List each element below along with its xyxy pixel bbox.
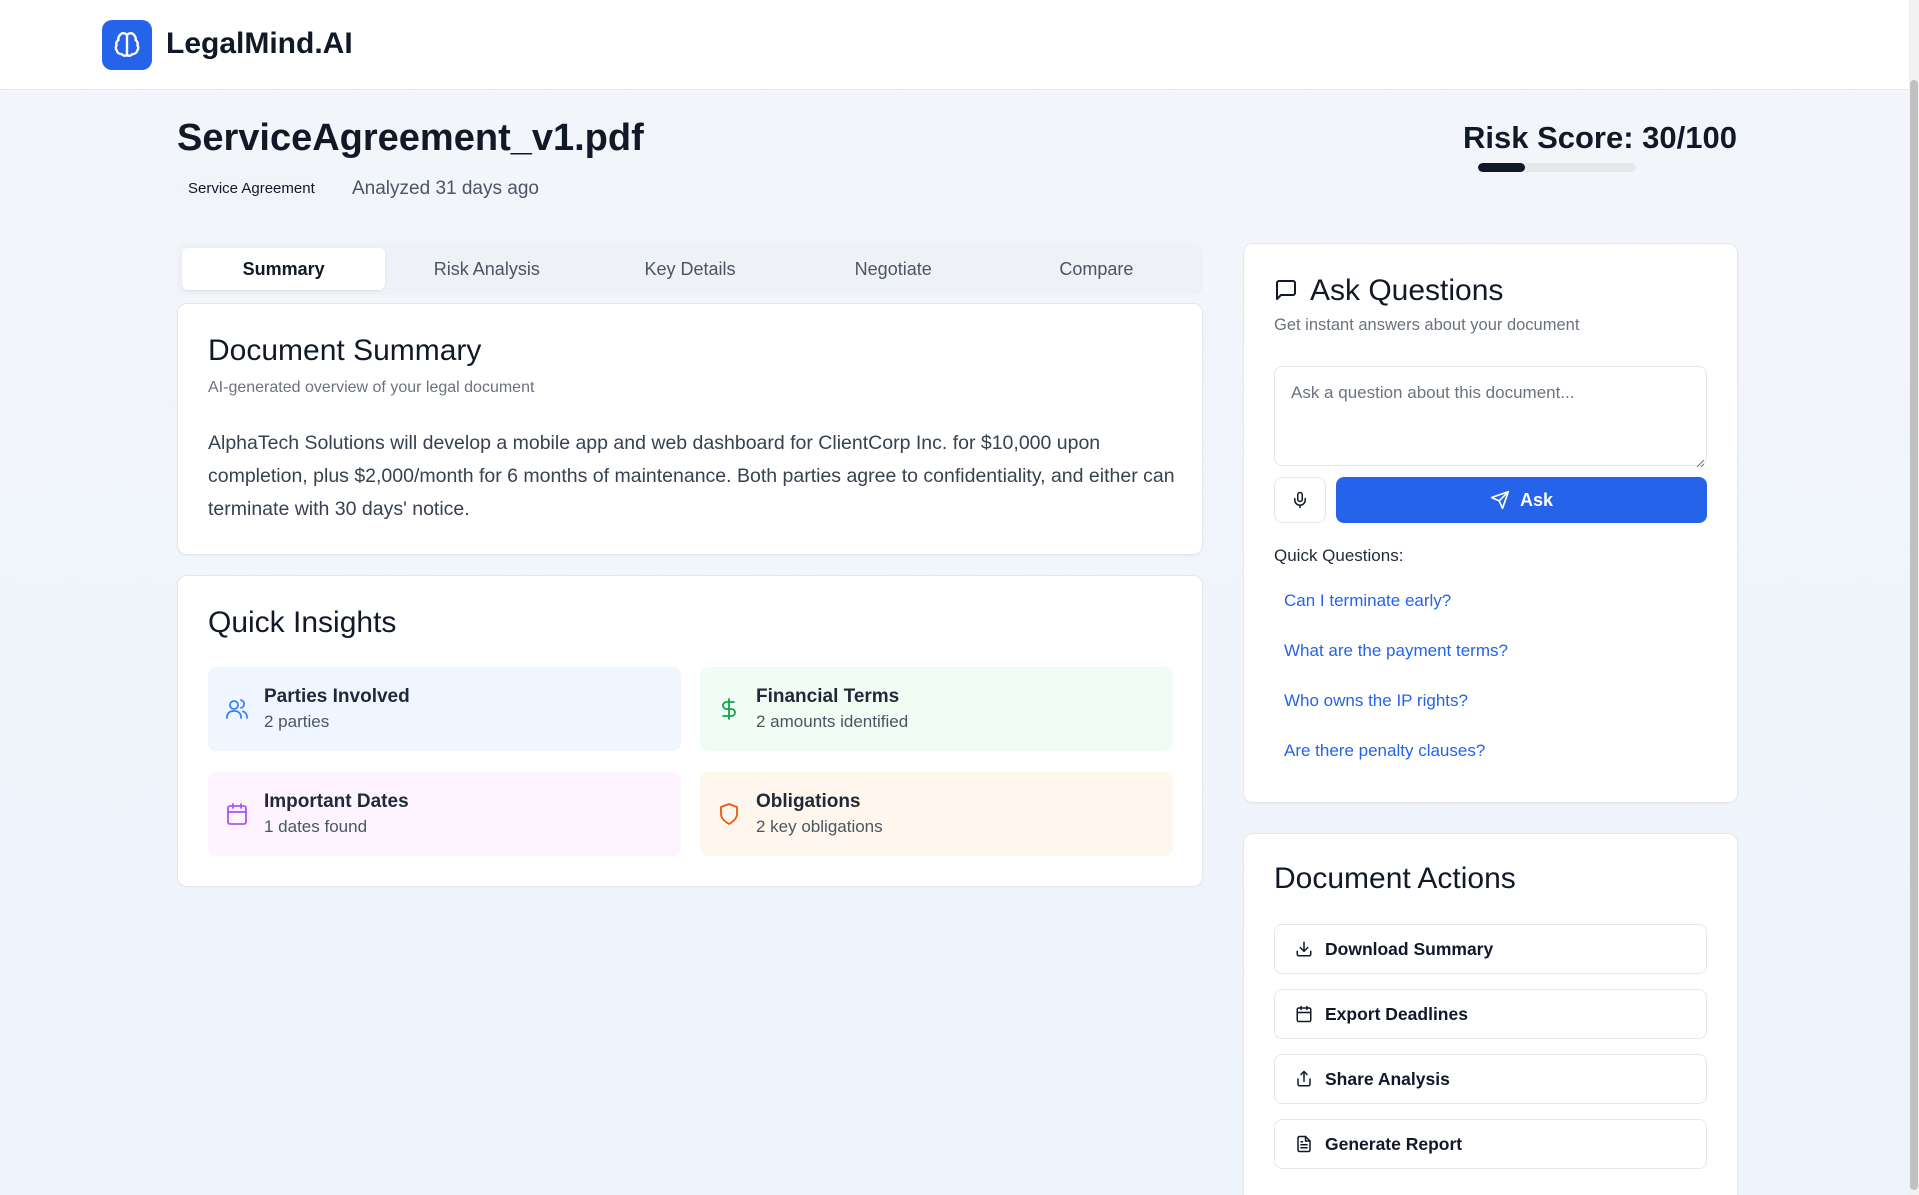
document-summary-card: Document Summary AI-generated overview o… — [177, 303, 1203, 555]
summary-subtitle: AI-generated overview of your legal docu… — [208, 379, 535, 396]
risk-score-bar — [1478, 163, 1636, 172]
document-actions-card: Document Actions Download Summary Export… — [1243, 833, 1738, 1195]
action-label: Export Deadlines — [1325, 1003, 1468, 1024]
brand-name[interactable]: LegalMind.AI — [166, 27, 353, 61]
tab-summary[interactable]: Summary — [182, 248, 386, 290]
users-icon — [224, 696, 250, 722]
resize-grip-icon[interactable] — [1696, 455, 1705, 473]
quick-question-link[interactable]: What are the payment terms? — [1284, 641, 1508, 661]
action-label: Download Summary — [1325, 938, 1494, 959]
top-bar: LegalMind.AI — [0, 0, 1919, 90]
insight-value: 2 amounts identified — [756, 712, 909, 731]
risk-score-fill — [1478, 163, 1526, 172]
insight-dates: Important Dates 1 dates found — [208, 772, 681, 856]
document-type-badge: Service Agreement — [177, 176, 326, 202]
send-icon — [1490, 490, 1510, 510]
insights-title: Quick Insights — [208, 606, 397, 639]
logo[interactable] — [102, 20, 152, 70]
brain-icon — [114, 32, 140, 57]
tab-negotiate[interactable]: Negotiate — [792, 248, 995, 290]
export-deadlines-button[interactable]: Export Deadlines — [1274, 989, 1707, 1039]
insight-title: Financial Terms — [756, 686, 900, 707]
quick-question-link[interactable]: Who owns the IP rights? — [1284, 691, 1468, 711]
analyzed-time: Analyzed 31 days ago — [352, 178, 539, 199]
share-analysis-button[interactable]: Share Analysis — [1274, 1054, 1707, 1104]
ask-title: Ask Questions — [1310, 274, 1504, 307]
shield-icon — [716, 801, 742, 827]
ask-subtitle: Get instant answers about your document — [1274, 316, 1580, 334]
risk-score-label: Risk Score: 30/100 — [1462, 120, 1737, 155]
ask-button-label: Ask — [1519, 489, 1554, 510]
ask-button[interactable]: Ask — [1336, 477, 1707, 523]
tab-key-details[interactable]: Key Details — [588, 248, 791, 290]
ask-questions-card: Ask Questions Get instant answers about … — [1243, 243, 1738, 803]
page-scrollbar[interactable] — [1909, 0, 1919, 1195]
insight-parties: Parties Involved 2 parties — [208, 667, 681, 751]
tab-compare[interactable]: Compare — [995, 248, 1198, 290]
document-title: ServiceAgreement_v1.pdf — [177, 117, 644, 159]
calendar-icon — [224, 801, 250, 827]
action-label: Share Analysis — [1325, 1068, 1450, 1089]
generate-report-button[interactable]: Generate Report — [1274, 1119, 1707, 1169]
share-icon — [1297, 1070, 1311, 1087]
tab-risk-analysis[interactable]: Risk Analysis — [385, 248, 588, 290]
quick-questions-label: Quick Questions: — [1274, 546, 1404, 565]
insight-financial: Financial Terms 2 amounts identified — [700, 667, 1173, 751]
file-text-icon — [1297, 1135, 1311, 1153]
insight-title: Obligations — [756, 791, 861, 812]
summary-text: AlphaTech Solutions will develop a mobil… — [208, 432, 1175, 520]
insight-title: Parties Involved — [264, 686, 410, 707]
insight-value: 1 dates found — [264, 817, 368, 836]
action-label: Generate Report — [1325, 1133, 1463, 1154]
insight-obligations: Obligations 2 key obligations — [700, 772, 1173, 856]
insight-title: Important Dates — [264, 791, 409, 812]
tab-bar: Summary Risk Analysis Key Details Negoti… — [177, 243, 1203, 295]
download-icon — [1296, 941, 1312, 957]
dollar-icon — [716, 696, 742, 722]
insight-value: 2 key obligations — [756, 817, 883, 836]
insight-value: 2 parties — [264, 712, 330, 731]
scrollbar-thumb[interactable] — [1910, 80, 1918, 1190]
microphone-icon — [1294, 491, 1306, 509]
quick-question-link[interactable]: Can I terminate early? — [1284, 591, 1451, 611]
message-square-icon — [1274, 278, 1298, 307]
question-input[interactable] — [1274, 366, 1707, 466]
calendar-icon — [1296, 1005, 1312, 1023]
quick-insights-card: Quick Insights Parties Involved 2 partie… — [177, 575, 1203, 887]
download-summary-button[interactable]: Download Summary — [1274, 924, 1707, 974]
microphone-button[interactable] — [1274, 477, 1326, 523]
actions-title: Document Actions — [1274, 862, 1516, 895]
summary-title: Document Summary — [208, 334, 482, 367]
quick-question-link[interactable]: Are there penalty clauses? — [1284, 741, 1485, 761]
